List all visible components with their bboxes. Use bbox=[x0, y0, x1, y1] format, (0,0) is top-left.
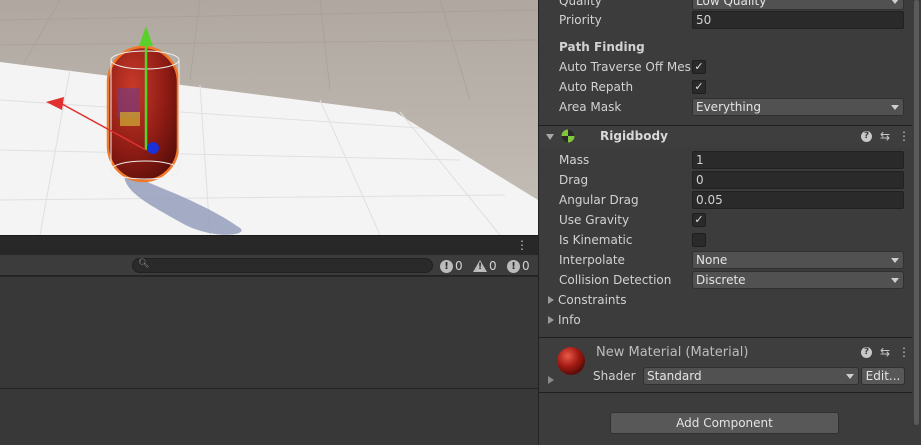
info-count-toggle[interactable]: ! 0 bbox=[440, 258, 463, 274]
inspector-scrollbar[interactable] bbox=[912, 0, 921, 445]
console-log-list[interactable] bbox=[0, 277, 538, 388]
area-mask-label: Area Mask bbox=[559, 100, 622, 114]
auto-traverse-checkbox[interactable]: ✓ bbox=[692, 60, 706, 74]
collision-detection-row: Collision Detection Discrete bbox=[559, 270, 904, 290]
interpolate-dropdown[interactable]: None bbox=[692, 251, 904, 269]
inspector-panel: Quality Low Quality Priority 50 Path Fin… bbox=[538, 0, 921, 445]
interpolate-value: None bbox=[696, 253, 728, 267]
auto-traverse-label: Auto Traverse Off Mesh bbox=[559, 60, 691, 74]
chevron-down-icon bbox=[891, 0, 899, 4]
is-kinematic-label: Is Kinematic bbox=[559, 233, 633, 247]
help-icon[interactable]: ? bbox=[860, 346, 872, 358]
info-count: 0 bbox=[455, 259, 463, 273]
collision-detection-dropdown[interactable]: Discrete bbox=[692, 271, 904, 289]
collision-detection-label: Collision Detection bbox=[559, 273, 672, 287]
chevron-down-icon bbox=[891, 105, 899, 110]
info-label: Info bbox=[558, 313, 581, 327]
search-icon: 🔍︎ bbox=[138, 259, 150, 269]
foldout-arrow-icon[interactable] bbox=[546, 134, 554, 140]
chevron-down-icon bbox=[891, 258, 899, 263]
collision-detection-value: Discrete bbox=[696, 273, 746, 287]
angular-drag-field[interactable]: 0.05 bbox=[692, 191, 904, 209]
chevron-right-icon[interactable] bbox=[548, 376, 554, 384]
mass-field[interactable]: 1 bbox=[692, 151, 904, 169]
console-toolbar: 🔍︎ ! 0 ! 0 ! 0 bbox=[0, 255, 538, 276]
area-mask-dropdown[interactable]: Everything bbox=[692, 98, 904, 116]
console-tab-bar: ⋮ bbox=[0, 236, 538, 255]
shader-value: Standard bbox=[647, 369, 702, 383]
material-section: New Material (Material) ? ⇆ ⋮ Shader Sta… bbox=[539, 337, 921, 393]
priority-label: Priority bbox=[559, 13, 602, 27]
help-icon[interactable]: ? bbox=[860, 130, 872, 142]
drag-label: Drag bbox=[559, 173, 589, 187]
scene-canvas[interactable] bbox=[0, 0, 538, 235]
chevron-right-icon bbox=[548, 316, 554, 324]
is-kinematic-row: Is Kinematic bbox=[559, 230, 904, 250]
auto-repath-label: Auto Repath bbox=[559, 80, 634, 94]
drag-row: Drag 0 bbox=[559, 170, 904, 190]
rigidbody-header[interactable]: Rigidbody ? ⇆ ⋮ bbox=[539, 125, 921, 147]
chevron-right-icon bbox=[548, 296, 554, 304]
use-gravity-checkbox[interactable]: ✓ bbox=[692, 213, 706, 227]
more-options-icon[interactable]: ⋮ bbox=[898, 345, 910, 359]
rigidbody-icon bbox=[561, 129, 575, 143]
area-mask-row: Area Mask Everything bbox=[559, 97, 904, 117]
preset-icon[interactable]: ⇆ bbox=[880, 129, 890, 143]
rigidbody-title: Rigidbody bbox=[600, 129, 668, 143]
drag-field[interactable]: 0 bbox=[692, 171, 904, 189]
quality-label: Quality bbox=[559, 0, 602, 8]
use-gravity-label: Use Gravity bbox=[559, 213, 630, 227]
add-component-button[interactable]: Add Component bbox=[610, 412, 839, 434]
warning-count: 0 bbox=[489, 259, 497, 273]
gizmo-z-handle[interactable] bbox=[147, 142, 159, 154]
more-options-icon[interactable]: ⋮ bbox=[898, 129, 910, 143]
error-icon: ! bbox=[507, 259, 520, 273]
constraints-label: Constraints bbox=[558, 293, 627, 307]
material-title: New Material (Material) bbox=[596, 345, 749, 360]
more-options-icon[interactable]: ⋮ bbox=[516, 238, 528, 252]
chevron-down-icon bbox=[891, 278, 899, 283]
is-kinematic-checkbox[interactable] bbox=[692, 233, 706, 247]
auto-repath-checkbox[interactable]: ✓ bbox=[692, 80, 706, 94]
auto-repath-row: Auto Repath ✓ bbox=[559, 77, 904, 97]
edit-shader-button[interactable]: Edit... bbox=[861, 367, 905, 385]
priority-field[interactable]: 50 bbox=[692, 11, 904, 29]
material-preview-sphere[interactable] bbox=[556, 346, 586, 376]
info-foldout[interactable]: Info bbox=[548, 313, 581, 327]
console-panel: ⋮ 🔍︎ ! 0 ! 0 ! 0 bbox=[0, 235, 538, 445]
angular-drag-row: Angular Drag 0.05 bbox=[559, 190, 904, 210]
shader-label: Shader bbox=[593, 369, 636, 383]
angular-drag-label: Angular Drag bbox=[559, 193, 639, 207]
error-count: 0 bbox=[522, 259, 530, 273]
console-detail-area[interactable] bbox=[0, 389, 538, 445]
chevron-down-icon bbox=[846, 374, 854, 379]
constraints-foldout[interactable]: Constraints bbox=[548, 293, 626, 307]
error-count-toggle[interactable]: ! 0 bbox=[507, 258, 530, 274]
area-mask-value: Everything bbox=[696, 100, 761, 114]
path-finding-title: Path Finding bbox=[559, 40, 645, 54]
priority-row: Priority 50 bbox=[559, 10, 904, 30]
scrollbar-thumb[interactable] bbox=[914, 0, 919, 425]
scene-view[interactable] bbox=[0, 0, 538, 235]
quality-value: Low Quality bbox=[696, 0, 767, 8]
quality-dropdown[interactable]: Low Quality bbox=[692, 0, 904, 10]
warning-icon: ! bbox=[473, 260, 487, 272]
auto-traverse-row: Auto Traverse Off Mesh ✓ bbox=[559, 57, 904, 77]
use-gravity-row: Use Gravity ✓ bbox=[559, 210, 904, 230]
interpolate-label: Interpolate bbox=[559, 253, 625, 267]
mass-label: Mass bbox=[559, 153, 590, 167]
interpolate-row: Interpolate None bbox=[559, 250, 904, 270]
shader-dropdown[interactable]: Standard bbox=[643, 367, 859, 385]
warning-count-toggle[interactable]: ! 0 bbox=[473, 258, 497, 274]
console-search-input[interactable]: 🔍︎ bbox=[132, 258, 433, 273]
mass-row: Mass 1 bbox=[559, 150, 904, 170]
preset-icon[interactable]: ⇆ bbox=[880, 345, 890, 359]
info-icon: ! bbox=[440, 259, 453, 273]
